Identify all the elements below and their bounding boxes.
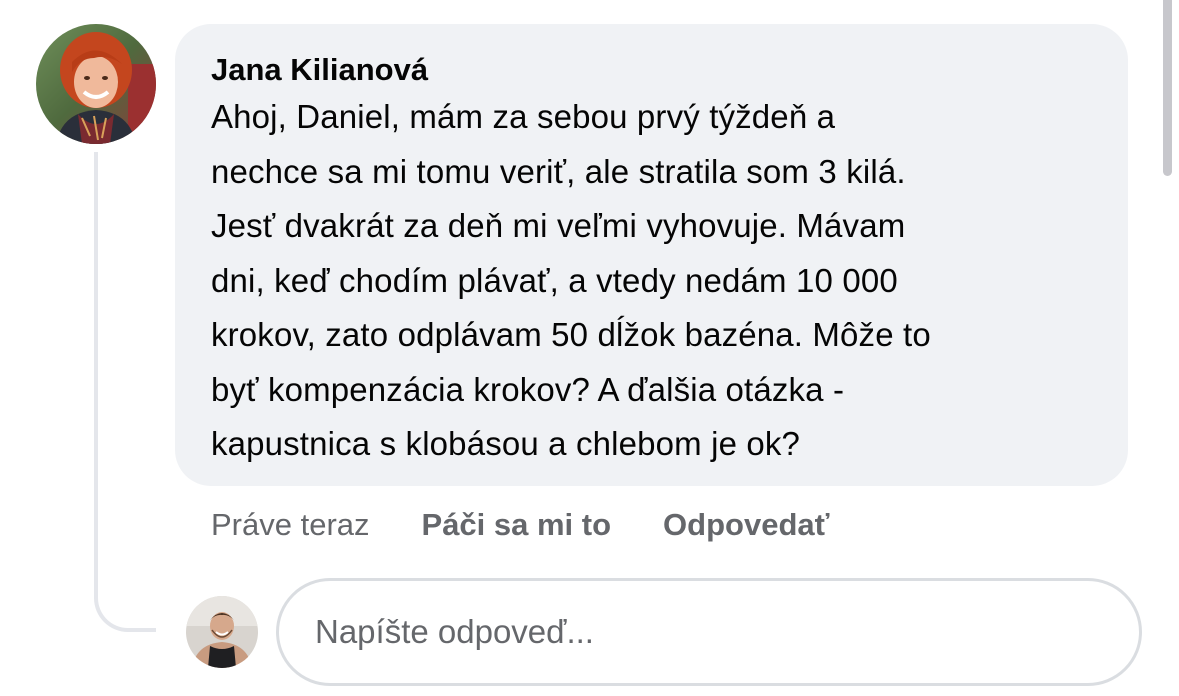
current-user-avatar (186, 596, 258, 668)
reply-input[interactable] (313, 612, 1139, 652)
comment-text: Ahoj, Daniel, mám za sebou prvý týždeň a… (211, 98, 931, 462)
comment-bubble: Jana Kilianová Ahoj, Daniel, mám za sebo… (175, 24, 1128, 486)
comment-author-name[interactable]: Jana Kilianová (211, 50, 1098, 90)
reply-input-box[interactable] (276, 578, 1142, 686)
reply-button[interactable]: Odpovedať (663, 507, 829, 543)
comment-actions: Práve teraz Páči sa mi to Odpovedať (211, 503, 881, 547)
scrollbar[interactable] (1157, 0, 1179, 696)
comment-timestamp[interactable]: Práve teraz (211, 507, 370, 543)
scrollbar-thumb[interactable] (1163, 0, 1172, 176)
thread-connector-line (94, 152, 156, 632)
like-button[interactable]: Páči sa mi to (422, 507, 612, 543)
author-avatar[interactable] (36, 24, 156, 144)
